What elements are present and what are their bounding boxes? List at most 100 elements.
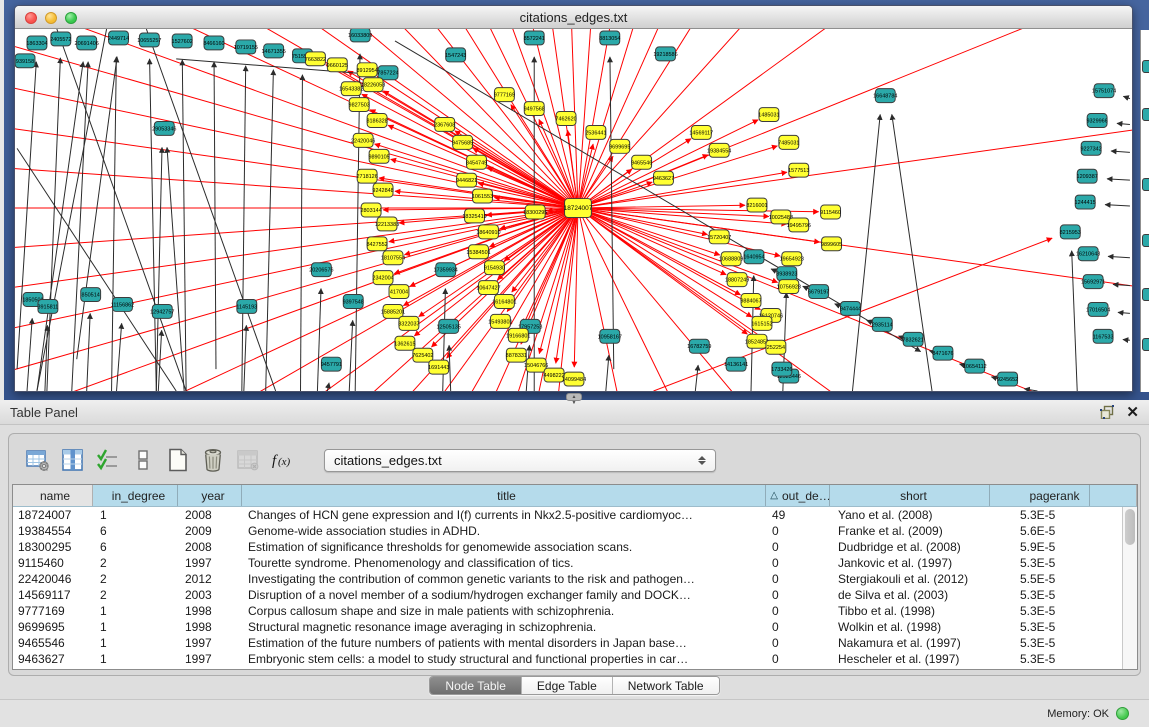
table-row[interactable]: 946554611997Estimation of the future num… xyxy=(13,635,1137,651)
node-label: 10655257 xyxy=(137,38,161,44)
table-cell: 1 xyxy=(93,507,178,523)
node-label: 19384554 xyxy=(707,148,731,154)
node-label: 14136141 xyxy=(724,362,748,368)
sort-ascending-icon: △ xyxy=(770,490,778,501)
node-label: 2449714 xyxy=(108,36,129,42)
node-label: 9660125 xyxy=(327,63,348,69)
node-label: 417004 xyxy=(390,290,408,296)
table-row[interactable]: 1456911722003Disruption of a novel membe… xyxy=(13,587,1137,603)
citation-edge-black xyxy=(214,62,216,369)
graph-node-teal[interactable] xyxy=(1142,60,1149,73)
table-cell: Franke et al. (2009) xyxy=(830,523,990,539)
graph-node-teal[interactable] xyxy=(1142,178,1149,191)
float-panel-icon[interactable] xyxy=(1100,405,1114,419)
node-label: 16543382 xyxy=(339,87,363,93)
new-table-icon[interactable] xyxy=(166,448,190,472)
table-row[interactable]: 1872400712008Changes of HCN gene express… xyxy=(13,507,1137,523)
network-canvas[interactable]: 1863304240557293915820691406244971410655… xyxy=(15,29,1132,391)
node-label: 1209387 xyxy=(1077,174,1098,180)
node-label: 9884067 xyxy=(740,298,761,304)
node-label: 850514 xyxy=(82,293,100,299)
node-label: 10958167 xyxy=(598,334,622,340)
citation-edge-black xyxy=(1117,123,1130,124)
tab-edge-table[interactable]: Edge Table xyxy=(522,677,613,694)
citation-edge-black xyxy=(349,320,352,391)
node-label: 15493801 xyxy=(488,319,512,325)
table-row[interactable]: 1938455462009Genome-wide association stu… xyxy=(13,523,1137,539)
table-cell: Corpus callosum shape and size in male p… xyxy=(242,603,766,619)
node-label: 2367608 xyxy=(434,122,455,128)
node-label: 29053346 xyxy=(152,126,176,132)
minimize-window-icon[interactable] xyxy=(45,12,57,24)
column-header-short[interactable]: short xyxy=(830,485,990,506)
memory-ok-indicator[interactable] xyxy=(1116,707,1129,720)
column-header-label: out_de… xyxy=(782,489,830,503)
table-scrollbar-thumb[interactable] xyxy=(1125,509,1135,545)
citation-edge-black xyxy=(156,147,162,391)
function-builder-icon[interactable]: f (x) xyxy=(271,448,295,472)
column-header-in_degree[interactable]: in_degree xyxy=(93,485,178,506)
citation-edge-black xyxy=(1118,312,1130,313)
graph-node-teal[interactable] xyxy=(1142,288,1149,301)
column-header-name[interactable]: name xyxy=(13,485,93,506)
table-settings-icon[interactable] xyxy=(26,448,50,472)
table-row[interactable]: 946362711997Embryonic stem cells: a mode… xyxy=(13,651,1137,667)
graph-node-teal[interactable] xyxy=(1142,108,1149,121)
citation-edge-black xyxy=(17,62,36,369)
citation-edge-black xyxy=(1107,179,1130,180)
table-cell: Nakamura et al. (1997) xyxy=(830,635,990,651)
node-label: 8427552 xyxy=(366,242,387,248)
table-cell: 0 xyxy=(766,523,830,539)
table-cell: Yano et al. (2008) xyxy=(830,507,990,523)
table-row[interactable]: 911546021997Tourette syndrome. Phenomeno… xyxy=(13,555,1137,571)
table-row[interactable]: 2242004622012Investigating the contribut… xyxy=(13,571,1137,587)
table-row[interactable]: 977716911998Corpus callosum shape and si… xyxy=(13,603,1137,619)
node-label: 939158 xyxy=(16,59,34,65)
citation-edge-red xyxy=(578,208,747,334)
tab-node-table[interactable]: Node Table xyxy=(430,677,522,694)
column-header-label: pagerank xyxy=(1029,489,1079,503)
svg-text:(x): (x) xyxy=(278,456,291,468)
node-label: 15751074 xyxy=(1092,89,1116,95)
column-header-out_de[interactable]: △ out_de… xyxy=(766,485,830,506)
table-cell: Investigating the contribution of common… xyxy=(242,571,766,587)
node-label: 8572241 xyxy=(524,36,545,42)
network-window[interactable]: citations_edges.txt 18633042405572939158… xyxy=(14,5,1133,392)
column-header-title[interactable]: title xyxy=(242,485,766,506)
table-cell: 5.3E-5 xyxy=(990,651,1090,667)
graph-node-teal[interactable] xyxy=(1142,338,1149,351)
node-label: 15885201 xyxy=(381,309,405,315)
network-window-titlebar[interactable]: citations_edges.txt xyxy=(15,6,1132,29)
delete-table-icon[interactable] xyxy=(201,448,225,472)
graph-node-teal[interactable] xyxy=(1142,234,1149,247)
column-header-pagerank[interactable]: pagerank xyxy=(990,485,1090,506)
citation-edge-black xyxy=(1108,256,1130,257)
table-selector-dropdown[interactable]: citations_edges.txt xyxy=(324,449,716,472)
table-cell: Genome-wide association studies in ADHD. xyxy=(242,523,766,539)
node-label: 20691406 xyxy=(75,41,99,47)
table-cell: 1997 xyxy=(178,555,242,571)
show-columns-icon[interactable] xyxy=(61,448,85,472)
citation-edge-red xyxy=(578,139,691,208)
import-table-icon[interactable] xyxy=(236,448,260,472)
citation-edge-red xyxy=(578,208,778,282)
column-header-year[interactable]: year xyxy=(178,485,242,506)
split-pane-handle[interactable]: ▲▼ xyxy=(566,393,582,401)
node-label: 9890105 xyxy=(368,154,389,160)
table-cell: 2008 xyxy=(178,539,242,555)
node-label: 7663822 xyxy=(305,57,326,63)
table-cell: 2003 xyxy=(178,587,242,603)
close-panel-icon[interactable]: ✕ xyxy=(1126,403,1139,421)
table-cell: 9463627 xyxy=(13,651,93,667)
table-scrollbar[interactable] xyxy=(1122,507,1137,670)
node-label: 9245652 xyxy=(997,377,1018,383)
select-rows-icon[interactable] xyxy=(96,448,120,472)
table-row[interactable]: 969969511998Structural magnetic resonanc… xyxy=(13,619,1137,635)
tab-network-table[interactable]: Network Table xyxy=(613,677,719,694)
background-network-window[interactable] xyxy=(1140,30,1149,392)
close-window-icon[interactable] xyxy=(25,12,37,24)
zoom-window-icon[interactable] xyxy=(65,12,77,24)
row-height-icon[interactable] xyxy=(131,448,155,472)
table-row[interactable]: 1830029562008Estimation of significance … xyxy=(13,539,1137,555)
citation-network-graph[interactable]: 1863304240557293915820691406244971410655… xyxy=(15,29,1132,391)
